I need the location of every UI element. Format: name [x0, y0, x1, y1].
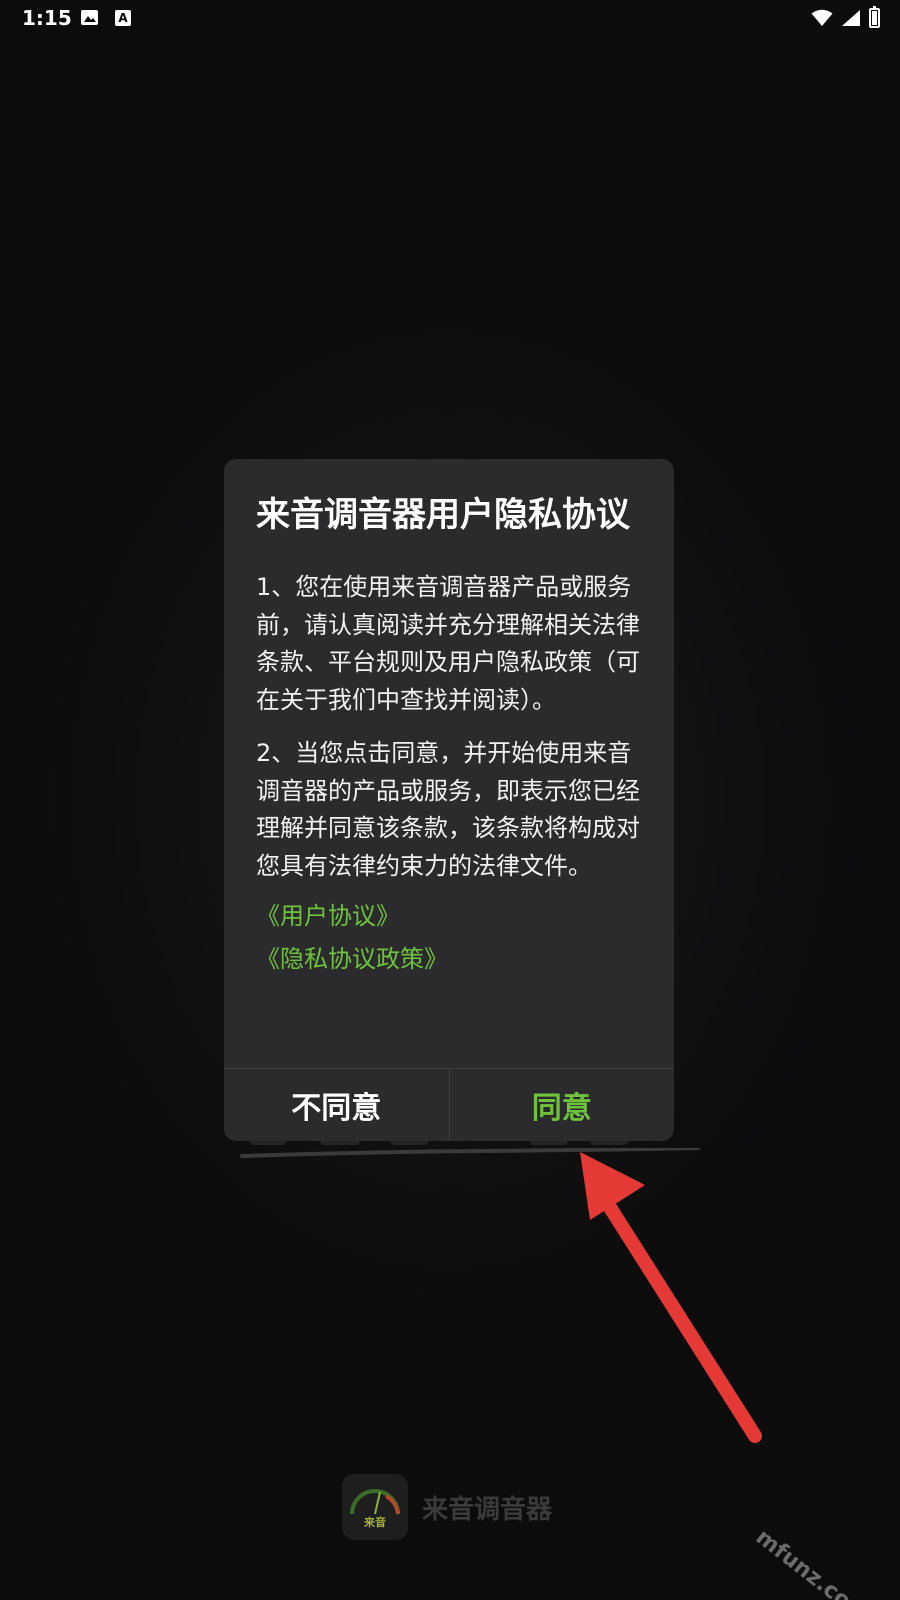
watermark: mfunz.com 魔趣网 — [750, 1524, 900, 1600]
dialog-paragraph-2: 2、当您点击同意，并开始使用来音调音器的产品或服务，即表示您已经理解并同意该条款… — [256, 739, 640, 880]
dialog-body: 1、您在使用来音调音器产品或服务前，请认真阅读并充分理解相关法律条款、平台规则及… — [256, 569, 646, 987]
privacy-policy-link[interactable]: 《隐私协议政策》 — [256, 944, 646, 974]
dialog-paragraph-1: 1、您在使用来音调音器产品或服务前，请认真阅读并充分理解相关法律条款、平台规则及… — [256, 573, 640, 714]
wifi-icon — [811, 9, 833, 26]
status-time: 1:15 — [22, 6, 72, 30]
signal-icon — [842, 10, 860, 26]
logo-text: 来音 — [364, 1516, 386, 1529]
image-icon — [81, 10, 98, 25]
tuner-logo-icon: 来音 — [342, 1474, 408, 1540]
user-agreement-link[interactable]: 《用户协议》 — [256, 901, 646, 931]
dialog-footer: 不同意 同意 — [224, 1068, 674, 1141]
splash-screen: 1:15 A 来音调音器用户隐私协议 1、您在使用来音调音器产品或服务前，请认真… — [0, 0, 900, 1600]
status-bar: 1:15 A — [0, 0, 900, 36]
splash-brand: 来音 来音调音器 — [342, 1474, 552, 1540]
dialog-title: 来音调音器用户隐私协议 — [256, 495, 630, 535]
splash-brush-stroke — [240, 1148, 700, 1158]
disagree-button[interactable]: 不同意 — [224, 1069, 450, 1141]
brand-name: 来音调音器 — [422, 1494, 553, 1525]
system-icons — [811, 6, 880, 29]
privacy-dialog: 来音调音器用户隐私协议 1、您在使用来音调音器产品或服务前，请认真阅读并充分理解… — [224, 459, 674, 1141]
agree-button[interactable]: 同意 — [450, 1069, 675, 1141]
battery-charging-icon — [869, 6, 880, 28]
font-a-icon: A — [115, 10, 131, 26]
